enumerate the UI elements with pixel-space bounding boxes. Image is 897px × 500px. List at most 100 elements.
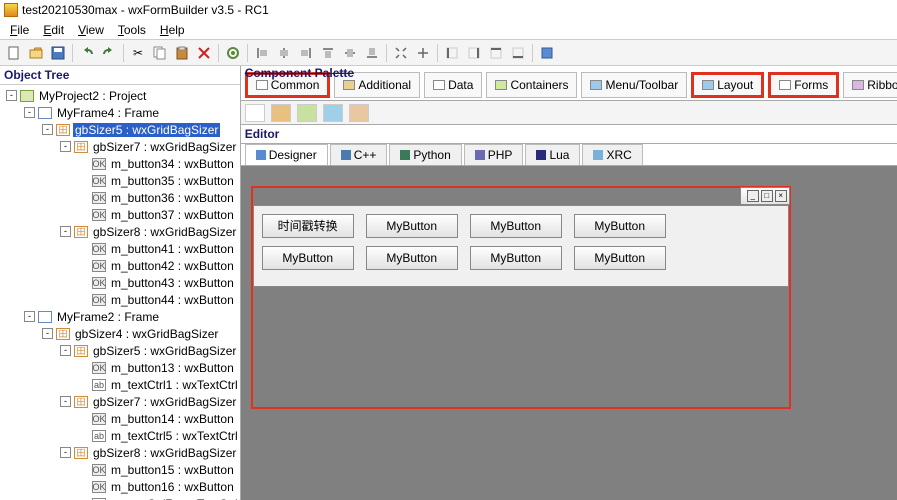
tree-label: m_button14 : wxButton — [109, 412, 236, 426]
tab-cpp[interactable]: C++ — [330, 144, 388, 165]
align-right-icon[interactable] — [296, 43, 316, 63]
expand-icon[interactable] — [391, 43, 411, 63]
tab-python[interactable]: Python — [389, 144, 461, 165]
palette-item-2[interactable] — [271, 104, 291, 122]
btn-icon: OK — [92, 413, 106, 425]
tab-php[interactable]: PHP — [464, 144, 524, 165]
tree-node[interactable]: OKm_button15 : wxButton — [0, 461, 240, 478]
design-frame[interactable]: _ □ × 时间戳转换 MyButton MyButton MyButton MyBu… — [251, 186, 791, 409]
txt-icon: ab — [92, 379, 106, 391]
expand-toggle[interactable]: - — [24, 311, 35, 322]
form-button[interactable]: MyButton — [366, 214, 458, 238]
close-icon[interactable]: × — [775, 190, 787, 202]
tree-node[interactable]: -田gbSizer8 : wxGridBagSizer — [0, 444, 240, 461]
menu-view[interactable]: View — [72, 21, 110, 39]
align-center-h-icon[interactable] — [274, 43, 294, 63]
menu-file[interactable]: File — [4, 21, 35, 39]
expand-toggle[interactable]: - — [42, 124, 53, 135]
tree-node[interactable]: OKm_button13 : wxButton — [0, 359, 240, 376]
tab-lua[interactable]: Lua — [525, 144, 580, 165]
tree-node[interactable]: OKm_button14 : wxButton — [0, 410, 240, 427]
tree-node[interactable]: -MyProject2 : Project — [0, 87, 240, 104]
tree-node[interactable]: -MyFrame2 : Frame — [0, 308, 240, 325]
border-top-icon[interactable] — [486, 43, 506, 63]
align-top-icon[interactable] — [318, 43, 338, 63]
sizer-icon: 田 — [74, 141, 88, 153]
copy-icon[interactable] — [150, 43, 170, 63]
delete-icon[interactable] — [194, 43, 214, 63]
settings-icon[interactable] — [537, 43, 557, 63]
palette-item-4[interactable] — [323, 104, 343, 122]
border-right-icon[interactable] — [464, 43, 484, 63]
maximize-icon[interactable]: □ — [761, 190, 773, 202]
menu-edit[interactable]: Edit — [37, 21, 70, 39]
tree-node[interactable]: OKm_button16 : wxButton — [0, 478, 240, 495]
undo-icon[interactable] — [77, 43, 97, 63]
expand-toggle[interactable]: - — [60, 226, 71, 237]
tab-xrc[interactable]: XRC — [582, 144, 642, 165]
tree-node[interactable]: OKm_button41 : wxButton — [0, 240, 240, 257]
expand-toggle[interactable]: - — [60, 141, 71, 152]
tree-node[interactable]: -田gbSizer4 : wxGridBagSizer — [0, 325, 240, 342]
redo-icon[interactable] — [99, 43, 119, 63]
cut-icon[interactable]: ✂ — [128, 43, 148, 63]
expand-toggle[interactable]: - — [60, 447, 71, 458]
form-button[interactable]: MyButton — [470, 214, 562, 238]
border-left-icon[interactable] — [442, 43, 462, 63]
tree-node[interactable]: abm_textCtrl1 : wxTextCtrl — [0, 376, 240, 393]
designer-canvas[interactable]: _ □ × 时间戳转换 MyButton MyButton MyButton MyBu… — [241, 166, 897, 500]
form-button[interactable]: MyButton — [262, 246, 354, 270]
palette-item-5[interactable] — [349, 104, 369, 122]
tree-node[interactable]: OKm_button35 : wxButton — [0, 172, 240, 189]
stretch-icon[interactable] — [413, 43, 433, 63]
tree-node[interactable]: -田gbSizer5 : wxGridBagSizer — [0, 121, 240, 138]
tree-node[interactable]: -田gbSizer7 : wxGridBagSizer — [0, 138, 240, 155]
tree-node[interactable]: -MyFrame4 : Frame — [0, 104, 240, 121]
align-center-v-icon[interactable] — [340, 43, 360, 63]
tree-label: m_button36 : wxButton — [109, 191, 236, 205]
sizer-icon: 田 — [74, 345, 88, 357]
palette-item-1[interactable] — [245, 104, 265, 122]
align-bottom-icon[interactable] — [362, 43, 382, 63]
tree-node[interactable]: OKm_button37 : wxButton — [0, 206, 240, 223]
form-button[interactable]: MyButton — [574, 246, 666, 270]
tab-designer[interactable]: Designer — [245, 144, 328, 165]
menu-tools[interactable]: Tools — [112, 21, 152, 39]
tree-node[interactable]: OKm_button44 : wxButton — [0, 291, 240, 308]
tree-label: m_button44 : wxButton — [109, 293, 236, 307]
tree-node[interactable]: OKm_button42 : wxButton — [0, 257, 240, 274]
tree-node[interactable]: OKm_button34 : wxButton — [0, 155, 240, 172]
save-icon[interactable] — [48, 43, 68, 63]
form-button[interactable]: MyButton — [470, 246, 562, 270]
expand-toggle[interactable]: - — [24, 107, 35, 118]
align-left-icon[interactable] — [252, 43, 272, 63]
tree-node[interactable]: -田gbSizer5 : wxGridBagSizer — [0, 342, 240, 359]
expand-toggle[interactable]: - — [6, 90, 17, 101]
object-tree[interactable]: -MyProject2 : Project-MyFrame4 : Frame-田… — [0, 85, 240, 500]
expand-toggle[interactable]: - — [60, 396, 71, 407]
proj-icon — [20, 90, 34, 102]
border-bottom-icon[interactable] — [508, 43, 528, 63]
sizer-icon: 田 — [74, 396, 88, 408]
palette-item-3[interactable] — [297, 104, 317, 122]
new-icon[interactable] — [4, 43, 24, 63]
tree-node[interactable]: -田gbSizer7 : wxGridBagSizer — [0, 393, 240, 410]
btn-icon: OK — [92, 464, 106, 476]
generate-icon[interactable] — [223, 43, 243, 63]
expand-toggle[interactable]: - — [60, 345, 71, 356]
paste-icon[interactable] — [172, 43, 192, 63]
tree-label: m_button34 : wxButton — [109, 157, 236, 171]
tree-node[interactable]: abm_textCtrl7 : wxTextCtrl — [0, 495, 240, 500]
form-button[interactable]: MyButton — [574, 214, 666, 238]
open-icon[interactable] — [26, 43, 46, 63]
tree-node[interactable]: abm_textCtrl5 : wxTextCtrl — [0, 427, 240, 444]
tree-node[interactable]: -田gbSizer8 : wxGridBagSizer — [0, 223, 240, 240]
tree-node[interactable]: OKm_button43 : wxButton — [0, 274, 240, 291]
minimize-icon[interactable]: _ — [747, 190, 759, 202]
tree-node[interactable]: OKm_button36 : wxButton — [0, 189, 240, 206]
expand-toggle[interactable]: - — [42, 328, 53, 339]
menu-help[interactable]: Help — [154, 21, 191, 39]
xrc-icon — [593, 150, 603, 160]
form-button[interactable]: 时间戳转换 — [262, 214, 354, 238]
form-button[interactable]: MyButton — [366, 246, 458, 270]
